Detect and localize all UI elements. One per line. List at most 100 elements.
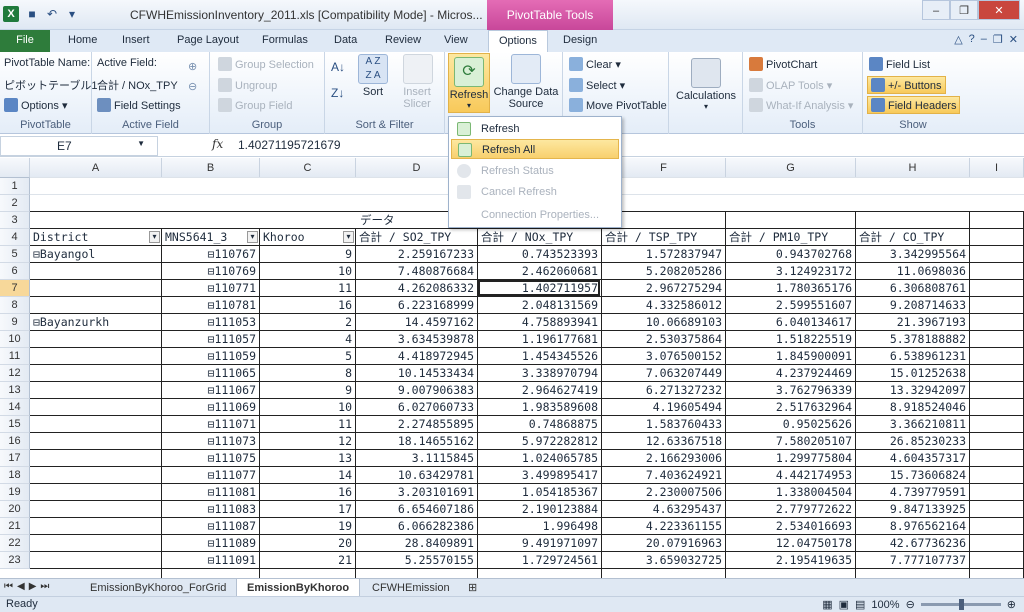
row-header[interactable]: 18 bbox=[0, 467, 30, 484]
mns-code-cell[interactable]: ⊟111087 bbox=[162, 518, 258, 534]
pivot-header-cell[interactable]: 合計 / TSP_TPY bbox=[603, 229, 725, 245]
value-cell[interactable]: 3.076500152 bbox=[602, 348, 724, 364]
value-cell[interactable]: 6.271327232 bbox=[602, 382, 724, 398]
value-cell[interactable]: 5.208205286 bbox=[602, 263, 724, 279]
filter-dropdown-icon[interactable]: ▾ bbox=[149, 231, 160, 243]
minimize-ribbon-icon[interactable]: △ bbox=[954, 33, 962, 46]
value-cell[interactable]: 0.743523393 bbox=[478, 246, 600, 262]
value-cell[interactable]: 3.124923172 bbox=[726, 263, 854, 279]
save-icon[interactable]: ■ bbox=[24, 6, 40, 22]
pivottable-options-button[interactable]: Options ▾ bbox=[4, 98, 68, 112]
value-cell[interactable]: 2.534016693 bbox=[726, 518, 854, 534]
prev-sheet-icon[interactable]: ◀ bbox=[17, 581, 25, 592]
value-cell[interactable]: 12.04750178 bbox=[726, 535, 854, 551]
value-cell[interactable]: 2.274855895 bbox=[356, 416, 476, 432]
mns-code-cell[interactable]: ⊟110781 bbox=[162, 297, 258, 313]
value-cell[interactable]: 7.063207449 bbox=[602, 365, 724, 381]
value-cell[interactable]: 21.3967193 bbox=[856, 314, 968, 330]
khoroo-cell[interactable]: 20 bbox=[260, 535, 354, 551]
row-header[interactable]: 6 bbox=[0, 263, 30, 280]
column-header[interactable]: H bbox=[856, 158, 970, 178]
khoroo-cell[interactable]: 13 bbox=[260, 450, 354, 466]
menu-item-cancel-refresh[interactable]: Cancel Refresh bbox=[451, 182, 619, 202]
value-cell[interactable]: 6.306808761 bbox=[856, 280, 968, 296]
value-cell[interactable]: 1.402711957 bbox=[478, 280, 600, 296]
name-box-dropdown-icon[interactable]: ▼ bbox=[137, 139, 145, 148]
function-icon[interactable]: fx bbox=[212, 137, 223, 151]
value-cell[interactable]: 1.996498 bbox=[478, 518, 600, 534]
menu-item-refresh[interactable]: Refresh bbox=[451, 119, 619, 139]
value-cell[interactable]: 10.06689103 bbox=[602, 314, 724, 330]
value-cell[interactable]: 6.538961231 bbox=[856, 348, 968, 364]
pivot-header-cell[interactable]: Khoroo bbox=[261, 229, 355, 245]
value-cell[interactable]: 1.299775804 bbox=[726, 450, 854, 466]
value-cell[interactable]: 15.01252638 bbox=[856, 365, 968, 381]
value-cell[interactable]: 18.14655162 bbox=[356, 433, 476, 449]
value-cell[interactable]: 4.739779591 bbox=[856, 484, 968, 500]
value-cell[interactable]: 5.378188882 bbox=[856, 331, 968, 347]
khoroo-cell[interactable]: 10 bbox=[260, 263, 354, 279]
mns-code-cell[interactable]: ⊟110771 bbox=[162, 280, 258, 296]
tab-home[interactable]: Home bbox=[58, 30, 107, 52]
value-cell[interactable]: 6.027060733 bbox=[356, 399, 476, 415]
first-sheet-icon[interactable]: ⏮ bbox=[4, 581, 13, 592]
mns-code-cell[interactable]: ⊟111071 bbox=[162, 416, 258, 432]
sheet-tab-emissionbykhoroo-forgrid[interactable]: EmissionByKhoroo_ForGrid bbox=[80, 579, 236, 597]
move-pivottable-button[interactable]: Move PivotTable bbox=[569, 98, 667, 112]
khoroo-cell[interactable]: 2 bbox=[260, 314, 354, 330]
select-all-corner[interactable] bbox=[0, 158, 30, 178]
zoom-slider-thumb[interactable] bbox=[958, 599, 964, 610]
mns-code-cell[interactable]: ⊟111083 bbox=[162, 501, 258, 517]
value-cell[interactable]: 1.780365176 bbox=[726, 280, 854, 296]
khoroo-cell[interactable]: 17 bbox=[260, 501, 354, 517]
value-cell[interactable]: 6.223168999 bbox=[356, 297, 476, 313]
filter-dropdown-icon[interactable]: ▾ bbox=[247, 231, 258, 243]
khoroo-cell[interactable]: 21 bbox=[260, 552, 354, 568]
column-header[interactable]: C bbox=[260, 158, 356, 178]
value-cell[interactable]: 2.195419635 bbox=[726, 552, 854, 568]
value-cell[interactable]: 6.066282386 bbox=[356, 518, 476, 534]
tab-data[interactable]: Data bbox=[324, 30, 367, 52]
value-cell[interactable]: 6.654607186 bbox=[356, 501, 476, 517]
value-cell[interactable]: 8.918524046 bbox=[856, 399, 968, 415]
value-cell[interactable]: 4.418972945 bbox=[356, 348, 476, 364]
value-cell[interactable]: 5.25570155 bbox=[356, 552, 476, 568]
value-cell[interactable]: 4.63295437 bbox=[602, 501, 724, 517]
value-cell[interactable]: 3.659032725 bbox=[602, 552, 724, 568]
row-header[interactable]: 15 bbox=[0, 416, 30, 433]
mns-code-cell[interactable]: ⊟111053 bbox=[162, 314, 258, 330]
minimize-icon[interactable]: – bbox=[922, 0, 950, 20]
normal-view-icon[interactable]: ▦ bbox=[822, 598, 832, 611]
pivot-header-cell[interactable]: District bbox=[31, 229, 161, 245]
row-header[interactable]: 21 bbox=[0, 518, 30, 535]
pivot-header-cell[interactable]: 合計 / CO_TPY bbox=[857, 229, 969, 245]
value-cell[interactable]: 9.847133925 bbox=[856, 501, 968, 517]
value-cell[interactable]: 9.208714633 bbox=[856, 297, 968, 313]
value-cell[interactable]: 1.845900091 bbox=[726, 348, 854, 364]
tab-design[interactable]: Design bbox=[553, 30, 607, 52]
column-header[interactable]: I bbox=[970, 158, 1024, 178]
pivot-header-cell[interactable]: 合計 / PM10_TPY bbox=[727, 229, 855, 245]
value-cell[interactable]: 3.499895417 bbox=[478, 467, 600, 483]
value-cell[interactable]: 3.366210811 bbox=[856, 416, 968, 432]
value-cell[interactable]: 12.63367518 bbox=[602, 433, 724, 449]
khoroo-cell[interactable]: 16 bbox=[260, 484, 354, 500]
value-cell[interactable]: 15.73606824 bbox=[856, 467, 968, 483]
value-cell[interactable]: 2.166293006 bbox=[602, 450, 724, 466]
value-cell[interactable]: 7.777107737 bbox=[856, 552, 968, 568]
value-cell[interactable]: 2.967275294 bbox=[602, 280, 724, 296]
mns-code-cell[interactable]: ⊟111077 bbox=[162, 467, 258, 483]
value-cell[interactable]: 6.040134617 bbox=[726, 314, 854, 330]
khoroo-cell[interactable]: 5 bbox=[260, 348, 354, 364]
row-header[interactable]: 10 bbox=[0, 331, 30, 348]
value-cell[interactable]: 10.63429781 bbox=[356, 467, 476, 483]
ungroup-button[interactable]: Ungroup bbox=[218, 78, 277, 92]
khoroo-cell[interactable]: 11 bbox=[260, 280, 354, 296]
mns-code-cell[interactable]: ⊟111089 bbox=[162, 535, 258, 551]
page-layout-view-icon[interactable]: ▣ bbox=[839, 598, 849, 611]
value-cell[interactable]: 2.230007506 bbox=[602, 484, 724, 500]
row-header[interactable]: 5 bbox=[0, 246, 30, 263]
help-icon[interactable]: ? bbox=[969, 33, 975, 46]
zoom-out-icon[interactable]: ⊖ bbox=[906, 598, 915, 611]
sheet-tab-cfwhemission[interactable]: CFWHEmission bbox=[362, 579, 460, 597]
